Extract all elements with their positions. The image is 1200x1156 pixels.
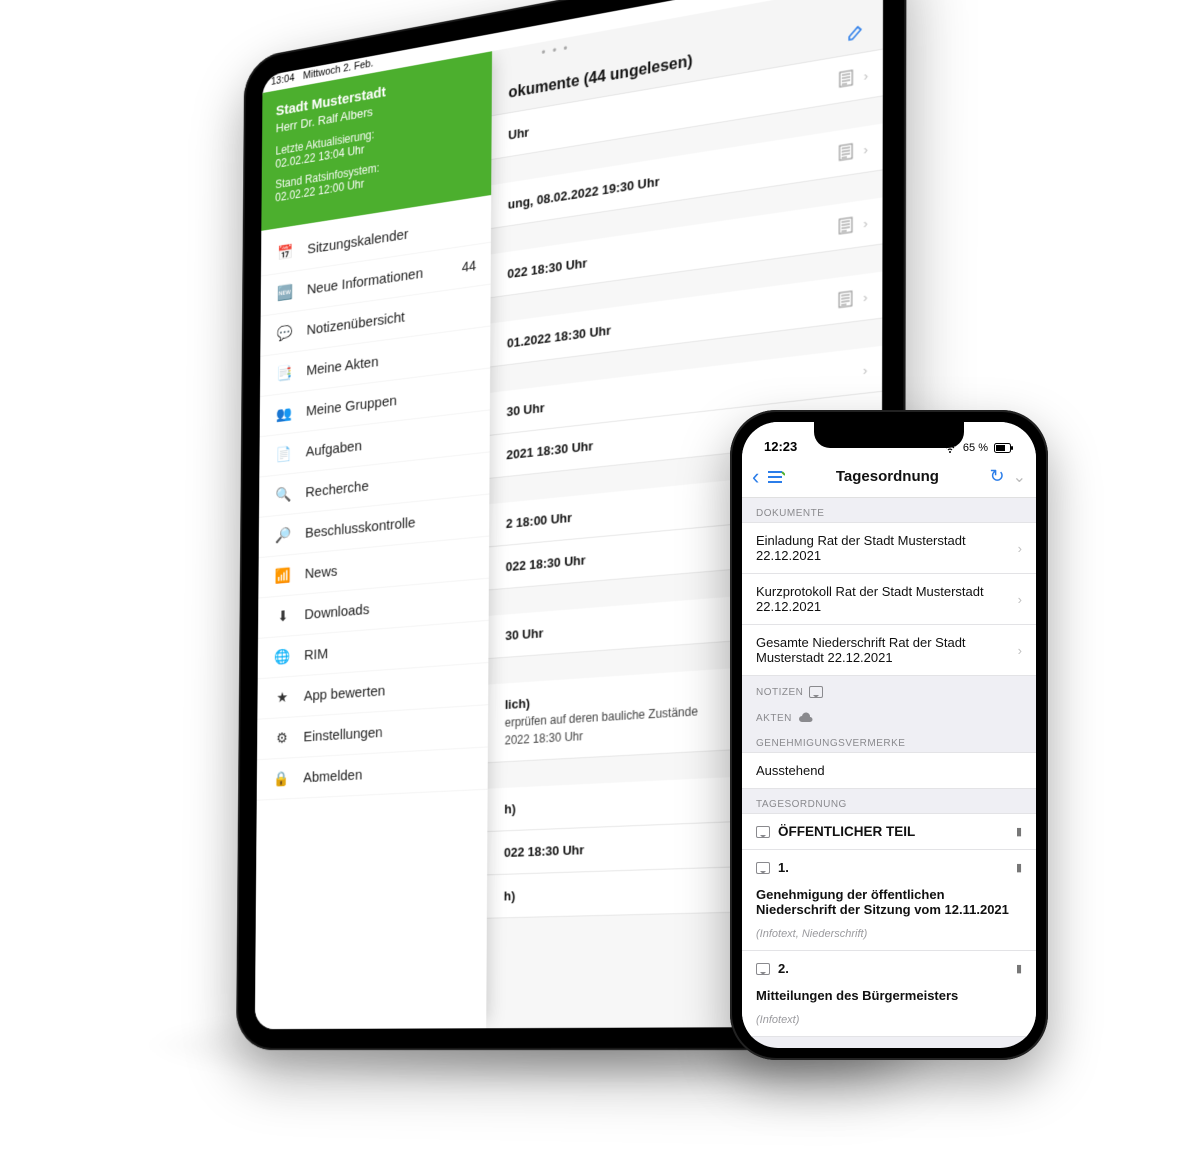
sidebar-item-label: Sitzungskalender — [307, 226, 408, 257]
section-dokumente-label: DOKUMENTE — [742, 498, 1036, 523]
chevron-right-icon: › — [863, 141, 868, 157]
section-akten-label: AKTEN — [742, 702, 1036, 728]
section-notizen-label: NOTIZEN — [742, 676, 1036, 702]
files-icon: 📑 — [275, 364, 294, 383]
chevron-right-icon: › — [863, 362, 868, 378]
agenda-number: 1. — [778, 860, 789, 875]
edit-button[interactable] — [847, 23, 864, 42]
chevron-right-icon: › — [1018, 592, 1022, 607]
rate-icon: ★ — [273, 688, 292, 706]
section-tagesordnung-label: TAGESORDNUNG — [742, 789, 1036, 814]
document-title: Gesamte Niederschrift Rat der Stadt Must… — [756, 635, 1010, 665]
note-icon — [756, 963, 770, 975]
status-time: 12:23 — [764, 439, 797, 454]
groups-icon: 👥 — [275, 404, 294, 423]
rim-icon: 🌐 — [273, 648, 292, 666]
new-info-icon: 🆕 — [276, 283, 295, 303]
agenda-item[interactable]: 1. ▮ Genehmigung der öffentlichen Niedersc… — [742, 849, 1036, 951]
document-icon — [838, 216, 853, 235]
agenda-number: 2. — [778, 961, 789, 976]
akten-text: AKTEN — [756, 713, 792, 724]
sidebar-item-label: Aufgaben — [306, 437, 362, 459]
notes-icon: 💬 — [276, 323, 295, 342]
iphone-device: 12:23 65 % ‹ Tagesordnung ↻ — [730, 410, 1048, 1060]
pencil-icon — [847, 23, 864, 42]
agenda-title: Genehmigung der öffentlichen Niederschri… — [756, 887, 1022, 917]
list-icon — [767, 470, 785, 484]
chevron-right-icon: › — [1018, 541, 1022, 556]
iphone-frame: 12:23 65 % ‹ Tagesordnung ↻ — [730, 410, 1048, 1060]
nav-title: Tagesordnung — [793, 468, 981, 485]
chevron-right-icon: › — [863, 289, 868, 305]
sidebar-nav: 📅 Sitzungskalender 🆕 Neue Informationen 44 💬 N… — [255, 195, 491, 1029]
battery-text: 65 % — [963, 442, 988, 454]
sidebar-item-label: Abmelden — [303, 766, 362, 785]
list-button[interactable] — [767, 470, 785, 484]
iphone-notch — [814, 422, 964, 448]
sidebar-item-label: Notizenübersicht — [307, 309, 405, 339]
sidebar-item-label: Beschlusskontrolle — [305, 514, 415, 541]
iphone-screen: 12:23 65 % ‹ Tagesordnung ↻ — [742, 422, 1036, 1048]
news-icon: 📶 — [274, 566, 293, 585]
expand-button[interactable]: ⌄ — [1013, 467, 1026, 487]
reload-button[interactable]: ↻ — [990, 466, 1005, 487]
document-title: Kurzprotokoll Rat der Stadt Musterstadt … — [756, 584, 1010, 614]
note-icon — [756, 826, 770, 838]
agenda-meta: (Infotext) — [756, 1014, 799, 1026]
sidebar-item-label: Downloads — [304, 601, 369, 623]
flag-icon: ▮ — [1016, 861, 1022, 874]
settings-icon: ⚙ — [272, 729, 291, 747]
sidebar-item-label: Meine Gruppen — [306, 392, 397, 419]
agenda-header-cell[interactable]: ÖFFENTLICHER TEIL ▮ — [742, 813, 1036, 850]
battery-icon — [994, 443, 1014, 453]
tasks-icon: 📄 — [275, 445, 294, 464]
sidebar-item-label: Recherche — [305, 478, 369, 501]
document-icon — [838, 290, 853, 308]
sidebar: Stadt Musterstadt Herr Dr. Ralf Albers L… — [255, 51, 492, 1029]
sidebar-item-label: News — [305, 563, 338, 582]
note-icon[interactable] — [809, 686, 823, 698]
download-icon: ⬇ — [273, 607, 292, 626]
genehmigung-cell[interactable]: Ausstehend — [742, 752, 1036, 789]
note-icon — [756, 862, 770, 874]
document-icon — [838, 69, 853, 88]
agenda-title: Mitteilungen des Bürgermeisters — [756, 988, 1022, 1003]
agenda-meta: (Infotext, Niederschrift) — [756, 928, 867, 940]
sidebar-item-label: App bewerten — [304, 682, 385, 704]
sidebar-item-label: Meine Akten — [306, 353, 378, 378]
document-cell[interactable]: Einladung Rat der Stadt Musterstadt 22.1… — [742, 522, 1036, 574]
document-cell[interactable]: Gesamte Niederschrift Rat der Stadt Must… — [742, 624, 1036, 676]
back-button[interactable]: ‹ — [752, 464, 759, 490]
section-genehmigung-label: GENEHMIGUNGSVERMERKE — [742, 728, 1036, 753]
search-icon: 🔍 — [274, 485, 293, 504]
sidebar-item-badge: 44 — [462, 257, 476, 275]
sidebar-item-label: Einstellungen — [303, 724, 382, 745]
chevron-right-icon: › — [1018, 643, 1022, 658]
genehmigung-value: Ausstehend — [756, 763, 1022, 778]
logout-icon: 🔒 — [272, 770, 291, 788]
notizen-text: NOTIZEN — [756, 687, 803, 698]
iphone-content[interactable]: DOKUMENTE Einladung Rat der Stadt Muster… — [742, 498, 1036, 1048]
calendar-icon: 📅 — [276, 242, 295, 262]
iphone-navbar: ‹ Tagesordnung ↻ ⌄ — [742, 456, 1036, 498]
decision-icon: 🔎 — [274, 526, 293, 545]
document-cell[interactable]: Kurzprotokoll Rat der Stadt Musterstadt … — [742, 573, 1036, 625]
agenda-item[interactable]: 2. ▮ Mitteilungen des Bürgermeisters (Infot… — [742, 950, 1036, 1037]
flag-icon: ▮ — [1016, 825, 1022, 838]
document-title: Einladung Rat der Stadt Musterstadt 22.1… — [756, 533, 1010, 563]
cloud-icon[interactable] — [798, 712, 814, 724]
chevron-right-icon: › — [863, 215, 868, 231]
agenda-header: ÖFFENTLICHER TEIL — [778, 824, 1008, 839]
sidebar-item-label: RIM — [304, 645, 328, 663]
flag-icon: ▮ — [1016, 962, 1022, 975]
document-icon — [838, 143, 853, 162]
chevron-right-icon: › — [863, 67, 868, 83]
sidebar-item-label: Neue Informationen — [307, 265, 423, 298]
